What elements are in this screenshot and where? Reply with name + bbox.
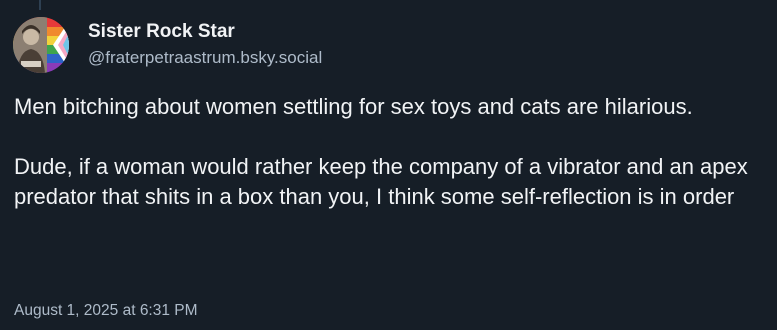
avatar-image-icon [13,17,69,73]
author-display-name[interactable]: Sister Rock Star [88,20,322,44]
post-paragraph-1: Men bitching about women settling for se… [14,94,693,119]
author-handle[interactable]: @fraterpetraastrum.bsky.social [88,46,322,70]
post-text: Men bitching about women settling for se… [14,92,764,212]
author-avatar[interactable] [13,17,69,73]
post-header: Sister Rock Star @fraterpetraastrum.bsky… [13,15,322,75]
author-info: Sister Rock Star @fraterpetraastrum.bsky… [88,20,322,70]
post-paragraph-2: Dude, if a woman would rather keep the c… [14,154,748,209]
post-timestamp[interactable]: August 1, 2025 at 6:31 PM [14,301,198,321]
thread-connector-line [39,0,41,10]
